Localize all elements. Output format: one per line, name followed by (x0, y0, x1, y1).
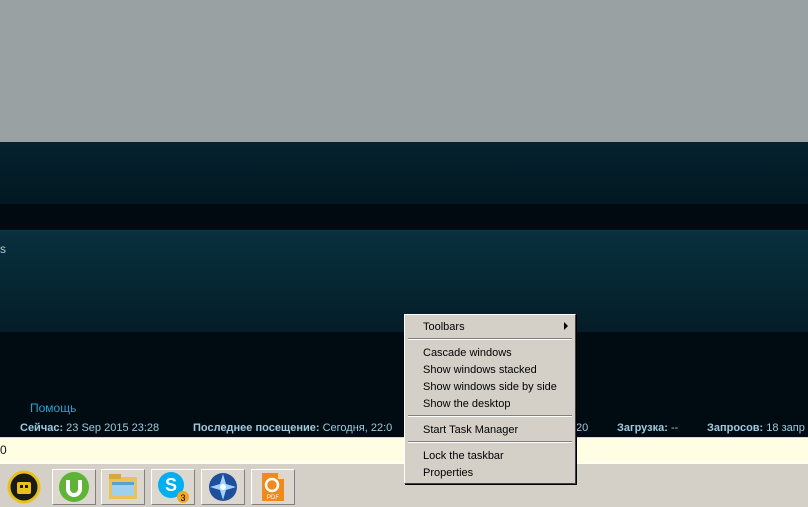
now-label: Сейчас: (20, 422, 64, 434)
taskbar-network[interactable] (201, 469, 245, 505)
menu-item-toolbars[interactable]: Toolbars (423, 320, 465, 334)
svg-text:S: S (165, 475, 177, 495)
network-star-icon (209, 473, 237, 501)
menu-item-properties[interactable]: Properties (423, 466, 473, 480)
load-label: Загрузка: (617, 422, 668, 434)
start-button[interactable] (4, 469, 44, 505)
menu-item-show-stacked[interactable]: Show windows stacked (423, 363, 537, 377)
start-orb-icon (7, 470, 41, 504)
requests-label: Запросов: (707, 422, 764, 434)
last-visit-label: Последнее посещение: (193, 422, 320, 434)
taskbar-context-menu: Toolbars Cascade windows Show windows st… (404, 314, 576, 484)
menu-item-show-desktop[interactable]: Show the desktop (423, 397, 510, 411)
requests-value: 18 запр (766, 422, 805, 434)
last-visit-value: Сегодня, 22:0 (322, 422, 393, 434)
taskbar-skype[interactable]: S 3 (151, 469, 195, 505)
menu-separator (408, 441, 572, 443)
taskbar-explorer[interactable] (101, 469, 145, 505)
menu-item-lock-taskbar[interactable]: Lock the taskbar (423, 449, 504, 463)
foxit-pdf-icon: PDF (262, 473, 284, 501)
window-gray-area (0, 0, 808, 142)
help-link[interactable]: Помощь (30, 401, 76, 415)
menu-separator (408, 338, 572, 340)
submenu-arrow-icon (564, 322, 568, 330)
now-value: 23 Sep 2015 23:28 (66, 422, 160, 434)
menu-separator (408, 415, 572, 417)
page-header-band (0, 142, 808, 204)
taskbar-pdf[interactable]: PDF (251, 469, 295, 505)
page-divider-band (0, 204, 808, 230)
menu-item-side-by-side[interactable]: Show windows side by side (423, 380, 557, 394)
address-bar-text: 0 (0, 443, 7, 457)
pdf-label: PDF (267, 495, 279, 501)
utorrent-icon (59, 472, 89, 502)
taskbar-utorrent[interactable] (52, 469, 96, 505)
skype-icon: S 3 (158, 472, 189, 503)
menu-item-task-manager[interactable]: Start Task Manager (423, 423, 518, 437)
clipped-text: s (0, 242, 6, 256)
menu-item-cascade-windows[interactable]: Cascade windows (423, 346, 512, 360)
file-explorer-icon (109, 474, 137, 499)
skype-badge: 3 (180, 493, 185, 503)
load-value: -- (670, 422, 679, 434)
load-suffix: 20 (576, 422, 589, 434)
